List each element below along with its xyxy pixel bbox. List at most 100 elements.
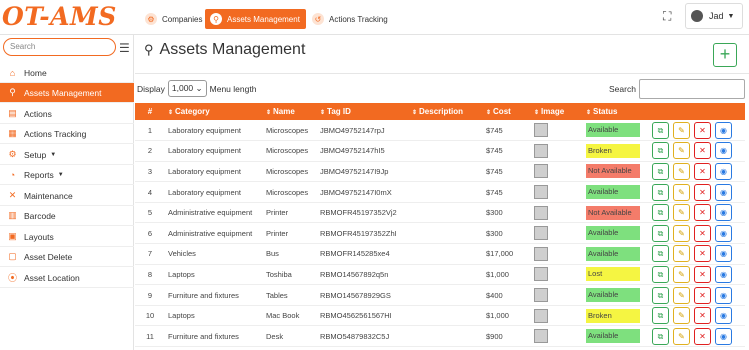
table-row[interactable]: 4 Laboratory equipment Microscopes JBMO4975… — [135, 181, 745, 203]
copy-button[interactable]: ⧉ — [652, 307, 669, 325]
delete-button[interactable]: ✕ — [694, 327, 711, 345]
col-header-tag-id[interactable]: ⇕ Tag ID — [317, 103, 409, 120]
copy-button[interactable]: ⧉ — [652, 224, 669, 242]
nav-tab-assets-management[interactable]: ⚲ Assets Management — [205, 9, 306, 29]
cell-category: Laptops — [165, 305, 263, 327]
copy-button[interactable]: ⧉ — [652, 142, 669, 160]
view-button[interactable]: ◉ — [715, 265, 732, 283]
sidebar-item-actions-tracking[interactable]: ▦ Actions Tracking — [0, 124, 134, 144]
edit-button[interactable]: ✎ — [673, 142, 690, 160]
edit-button[interactable]: ✎ — [673, 286, 690, 304]
view-button[interactable]: ◉ — [715, 327, 732, 345]
table-row[interactable]: 8 Laptops Toshiba RBMO14567892q5n $1,000 Lost… — [135, 264, 745, 286]
table-row[interactable]: 3 Laboratory equipment Microscopes JBMO4975… — [135, 161, 745, 183]
nav-tab-actions-tracking[interactable]: ↺ Actions Tracking — [307, 9, 394, 29]
fullscreen-icon[interactable]: ⛶ — [663, 9, 671, 24]
copy-button[interactable]: ⧉ — [652, 162, 669, 180]
sidebar-item-home[interactable]: ⌂ Home — [0, 63, 134, 83]
view-button[interactable]: ◉ — [715, 183, 732, 201]
sidebar-item-maintenance[interactable]: ✕ Maintenance — [0, 186, 134, 206]
delete-button[interactable]: ✕ — [694, 245, 711, 263]
sidebar-item-asset-delete[interactable]: ▢ Asset Delete — [0, 247, 134, 267]
edit-button[interactable]: ✎ — [673, 307, 690, 325]
delete-button[interactable]: ✕ — [694, 183, 711, 201]
view-button[interactable]: ◉ — [715, 307, 732, 325]
asset-thumbnail[interactable] — [534, 226, 548, 241]
asset-thumbnail[interactable] — [534, 185, 548, 200]
cell-category: Laboratory equipment — [165, 181, 263, 203]
menu-toggle-icon[interactable]: ☰ — [119, 41, 130, 55]
view-button[interactable]: ◉ — [715, 286, 732, 304]
sidebar-search-input[interactable]: Search — [3, 38, 116, 56]
col-header-status[interactable]: ⇕ Status — [583, 103, 649, 120]
delete-button[interactable]: ✕ — [694, 265, 711, 283]
copy-button[interactable]: ⧉ — [652, 265, 669, 283]
col-header-number[interactable]: # — [135, 103, 165, 120]
sidebar-item-assets-management[interactable]: ⚲ Assets Management — [0, 83, 134, 103]
table-row[interactable]: 2 Laboratory equipment Microscopes JBMO4975… — [135, 140, 745, 162]
delete-button[interactable]: ✕ — [694, 121, 711, 139]
table-row[interactable]: 6 Administrative equipment Printer RBMOFR45… — [135, 222, 745, 245]
asset-thumbnail[interactable] — [534, 164, 548, 179]
sidebar-item-setup[interactable]: ⚙ Setup ▼ — [0, 145, 134, 165]
edit-button[interactable]: ✎ — [673, 121, 690, 139]
copy-button[interactable]: ⧉ — [652, 183, 669, 201]
table-row[interactable]: 5 Administrative equipment Printer RBMOFR45… — [135, 202, 745, 224]
asset-thumbnail[interactable] — [534, 123, 548, 138]
table-search-input[interactable] — [639, 79, 745, 99]
edit-button[interactable]: ✎ — [673, 327, 690, 345]
display-label: Display — [137, 83, 165, 94]
sidebar-item-reports[interactable]: ◔ Reports ▼ — [0, 165, 134, 185]
asset-thumbnail[interactable] — [534, 205, 548, 220]
edit-button[interactable]: ✎ — [673, 204, 690, 222]
copy-button[interactable]: ⧉ — [652, 245, 669, 263]
edit-button[interactable]: ✎ — [673, 183, 690, 201]
copy-button[interactable]: ⧉ — [652, 204, 669, 222]
cell-status: Lost — [583, 264, 649, 286]
view-button[interactable]: ◉ — [715, 121, 732, 139]
delete-button[interactable]: ✕ — [694, 162, 711, 180]
table-row[interactable]: 7 Vehicles Bus RBMOFR145285xe4 $17,000 Availa… — [135, 243, 745, 265]
view-button[interactable]: ◉ — [715, 224, 732, 242]
asset-thumbnail[interactable] — [534, 246, 548, 261]
view-button[interactable]: ◉ — [715, 245, 732, 263]
delete-button[interactable]: ✕ — [694, 307, 711, 325]
edit-button[interactable]: ✎ — [673, 162, 690, 180]
table-row[interactable]: 10 Laptops Mac Book RBMO4562561567HI $1,000 B… — [135, 305, 745, 327]
col-header-image[interactable]: ⇕ Image — [531, 103, 583, 120]
page-size-select[interactable]: 1,000 ⌄ — [167, 80, 207, 97]
asset-thumbnail[interactable] — [534, 267, 548, 282]
edit-button[interactable]: ✎ — [673, 265, 690, 283]
cell-status: Broken — [583, 140, 649, 162]
sidebar-item-layouts[interactable]: ▣ Layouts — [0, 227, 134, 247]
asset-thumbnail[interactable] — [534, 329, 548, 344]
table-row[interactable]: 11 Furniture and fixtures Desk RBMO54879832… — [135, 325, 745, 348]
edit-button[interactable]: ✎ — [673, 224, 690, 242]
user-menu[interactable]: Jad ▼ — [685, 3, 743, 29]
asset-thumbnail[interactable] — [534, 288, 548, 303]
view-button[interactable]: ◉ — [715, 162, 732, 180]
col-header-name[interactable]: ⇕ Name — [263, 103, 317, 120]
asset-thumbnail[interactable] — [534, 143, 548, 158]
nav-tab-companies[interactable]: ⚙ Companies — [140, 9, 208, 29]
sidebar-item-barcode[interactable]: ▥ Barcode — [0, 206, 134, 226]
table-row[interactable]: 9 Furniture and fixtures Tables RBMO1456789… — [135, 284, 745, 306]
view-button[interactable]: ◉ — [715, 142, 732, 160]
col-header-category[interactable]: ⇕ Category — [165, 103, 263, 120]
copy-button[interactable]: ⧉ — [652, 286, 669, 304]
delete-button[interactable]: ✕ — [694, 204, 711, 222]
col-header-cost[interactable]: ⇕ Cost — [483, 103, 531, 120]
delete-button[interactable]: ✕ — [694, 142, 711, 160]
add-asset-button[interactable]: + — [713, 43, 737, 67]
col-header-description[interactable]: ⇕ Description — [409, 103, 483, 120]
edit-button[interactable]: ✎ — [673, 245, 690, 263]
sidebar-item-asset-location[interactable]: ⦿ Asset Location — [0, 268, 134, 288]
delete-button[interactable]: ✕ — [694, 286, 711, 304]
table-row[interactable]: 1 Laboratory equipment Microscopes JBMO4975… — [135, 120, 745, 142]
copy-button[interactable]: ⧉ — [652, 121, 669, 139]
asset-thumbnail[interactable] — [534, 308, 548, 323]
copy-button[interactable]: ⧉ — [652, 327, 669, 345]
delete-button[interactable]: ✕ — [694, 224, 711, 242]
view-button[interactable]: ◉ — [715, 204, 732, 222]
sidebar-item-actions[interactable]: ▤ Actions — [0, 104, 134, 124]
